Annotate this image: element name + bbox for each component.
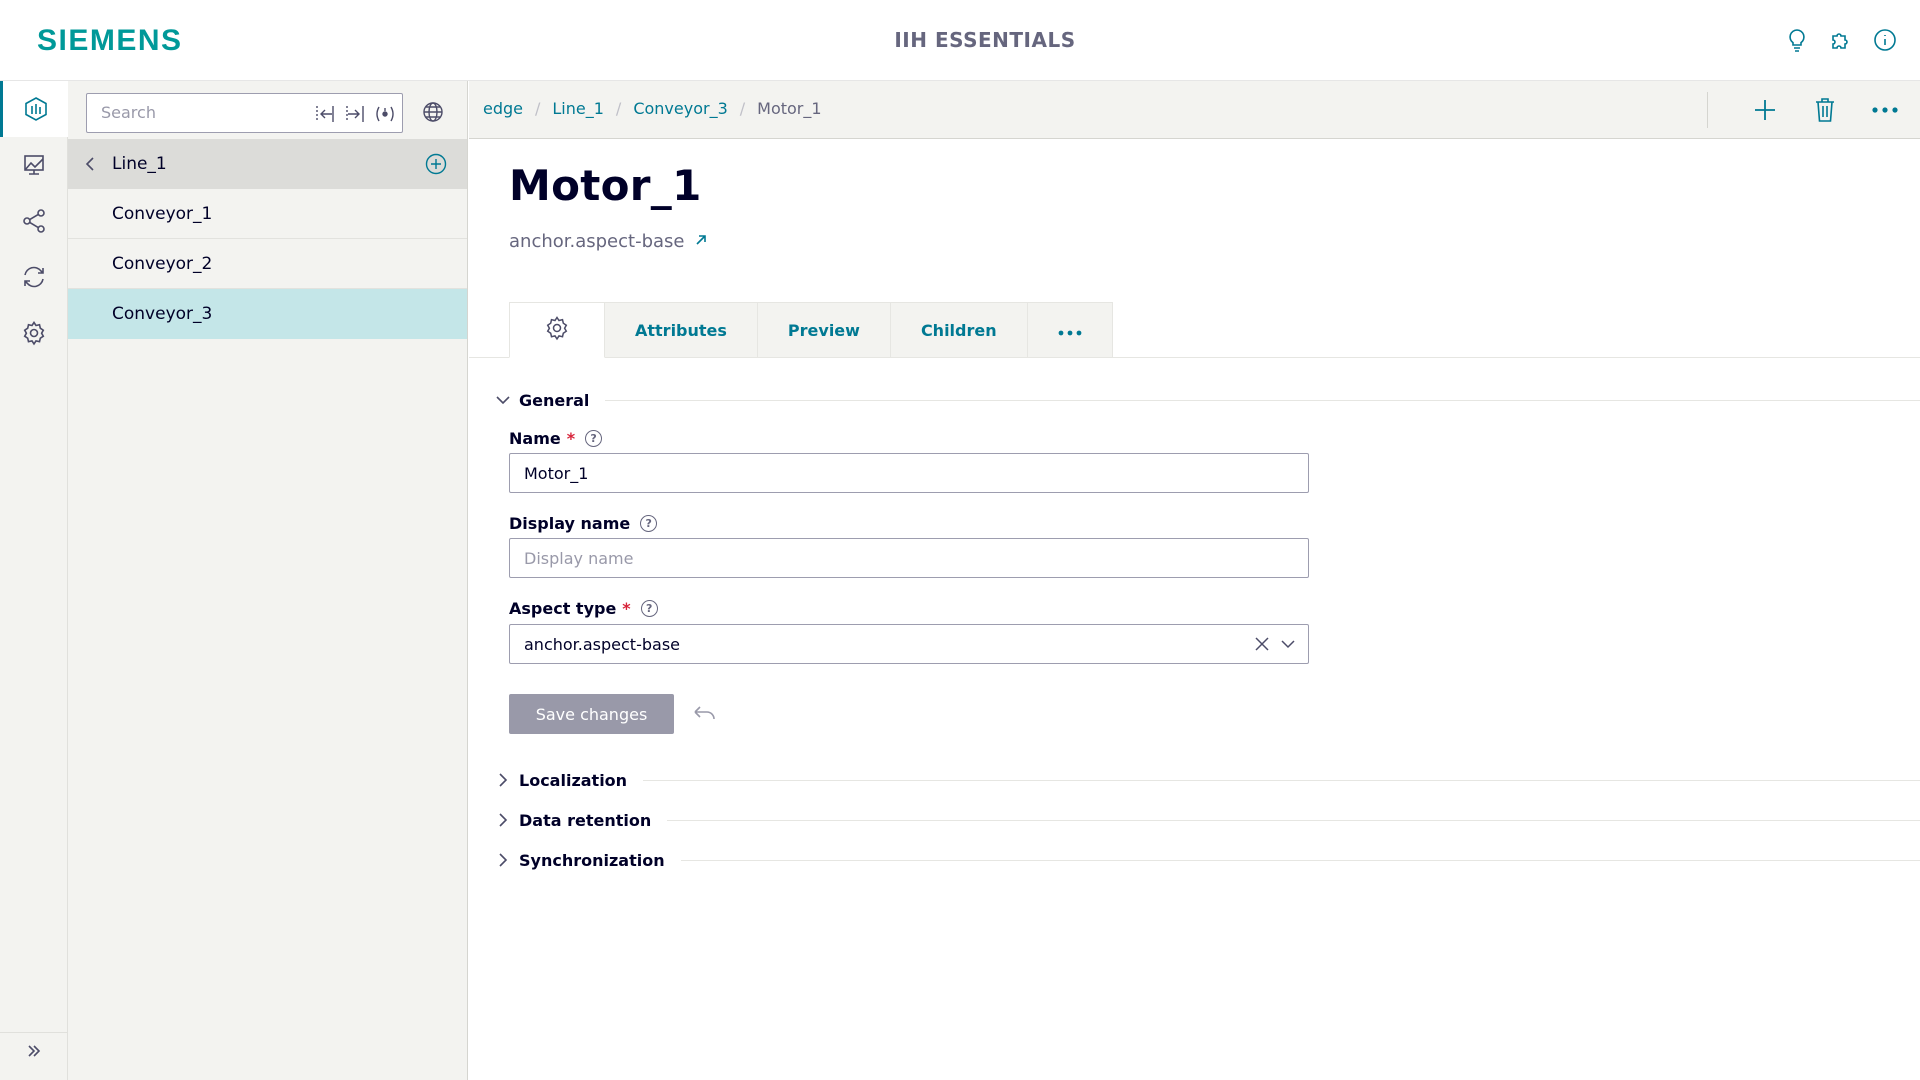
name-label-text: Name xyxy=(509,429,561,448)
chevron-down-icon[interactable] xyxy=(1280,635,1296,657)
clear-icon[interactable] xyxy=(1254,635,1270,657)
aspect-type-link-label: anchor.aspect-base xyxy=(509,231,685,252)
breadcrumb-current: Motor_1 xyxy=(757,99,822,118)
more-icon[interactable] xyxy=(1864,89,1906,131)
breadcrumb-item[interactable]: edge xyxy=(483,99,523,118)
dashboard-icon[interactable] xyxy=(0,137,68,193)
info-icon[interactable] xyxy=(1872,26,1898,54)
section-title: Synchronization xyxy=(519,850,665,870)
aspect-type-label-text: Aspect type xyxy=(509,599,617,618)
chevron-right-icon xyxy=(495,813,511,827)
breadcrumb: edge / Line_1 / Conveyor_3 / Motor_1 xyxy=(483,99,822,118)
asset-detail-panel: Motor_1 anchor.aspect-base Attributes Pr… xyxy=(469,139,1920,1080)
settings-icon[interactable] xyxy=(0,305,68,361)
asset-toolbar xyxy=(1707,81,1906,139)
tree-parent-label: Line_1 xyxy=(112,154,167,174)
display-name-label: Display name ? xyxy=(509,514,658,533)
display-name-field[interactable] xyxy=(509,538,1309,578)
external-link-icon xyxy=(695,234,707,250)
regex-icon[interactable] xyxy=(374,103,396,125)
add-icon[interactable] xyxy=(1744,89,1786,131)
tree-item-selected[interactable]: Conveyor_3 xyxy=(68,289,467,339)
delete-icon[interactable] xyxy=(1804,89,1846,131)
section-title: Localization xyxy=(519,770,628,790)
app-title: IIH ESSENTIALS xyxy=(894,28,1076,52)
detail-tabs: Attributes Preview Children xyxy=(509,302,1113,358)
required-marker: * xyxy=(566,429,576,448)
undo-icon[interactable] xyxy=(691,702,717,726)
breadcrumb-bar: edge / Line_1 / Conveyor_3 / Motor_1 xyxy=(469,81,1920,139)
breadcrumb-item[interactable]: Line_1 xyxy=(552,99,604,118)
tree-search-box xyxy=(86,93,403,133)
aspect-type-select[interactable]: anchor.aspect-base xyxy=(509,624,1309,664)
connections-icon[interactable] xyxy=(0,193,68,249)
tab-attributes[interactable]: Attributes xyxy=(605,302,758,358)
aspect-type-link[interactable]: anchor.aspect-base xyxy=(509,231,707,252)
tree-item[interactable]: Conveyor_2 xyxy=(68,239,467,289)
help-icon[interactable]: ? xyxy=(640,600,658,617)
tree-item[interactable]: Conveyor_1 xyxy=(68,189,467,239)
section-general[interactable]: General xyxy=(495,388,1920,412)
more-tabs-icon xyxy=(1058,321,1082,340)
name-label: Name * ? xyxy=(509,429,603,448)
navigation-rail xyxy=(0,81,68,1080)
aspect-type-value: anchor.aspect-base xyxy=(524,634,680,654)
section-title: General xyxy=(519,390,590,410)
lightbulb-icon[interactable] xyxy=(1784,26,1810,54)
aspect-type-label: Aspect type * ? xyxy=(509,599,658,618)
tab-children[interactable]: Children xyxy=(890,302,1028,358)
search-input[interactable] xyxy=(101,103,301,122)
save-button[interactable]: Save changes xyxy=(509,694,674,734)
name-field[interactable] xyxy=(509,453,1309,493)
breadcrumb-separator: / xyxy=(535,99,541,118)
app-header: SIEMENS IIH ESSENTIALS xyxy=(0,0,1920,81)
section-data-retention[interactable]: Data retention xyxy=(495,808,1920,832)
expand-all-icon[interactable] xyxy=(344,103,366,125)
chevron-left-icon[interactable] xyxy=(68,157,112,171)
asset-model-icon[interactable] xyxy=(0,81,68,137)
breadcrumb-separator: / xyxy=(615,99,622,118)
asset-tree-panel: Line_1 Conveyor_1 Conveyor_2 Conveyor_3 xyxy=(68,81,468,1080)
required-marker: * xyxy=(622,599,631,618)
section-title: Data retention xyxy=(519,810,652,830)
chevron-right-icon xyxy=(495,773,511,787)
chevron-right-icon xyxy=(495,853,511,867)
tab-more[interactable] xyxy=(1027,302,1113,358)
expand-rail-button[interactable] xyxy=(0,1032,68,1072)
gear-icon xyxy=(544,315,570,345)
puzzle-icon[interactable] xyxy=(1828,26,1854,54)
sync-icon[interactable] xyxy=(0,249,68,305)
help-icon[interactable]: ? xyxy=(640,515,658,532)
breadcrumb-separator: / xyxy=(739,99,746,118)
help-icon[interactable]: ? xyxy=(585,430,603,447)
breadcrumb-item[interactable]: Conveyor_3 xyxy=(633,99,727,118)
tab-settings[interactable] xyxy=(509,302,605,358)
globe-icon[interactable] xyxy=(422,101,444,127)
section-synchronization[interactable]: Synchronization xyxy=(495,848,1920,872)
collapse-all-icon[interactable] xyxy=(314,103,336,125)
page-title: Motor_1 xyxy=(509,161,702,210)
section-localization[interactable]: Localization xyxy=(495,768,1920,792)
add-child-icon[interactable] xyxy=(425,153,447,180)
tree-parent-node[interactable]: Line_1 xyxy=(68,139,467,189)
chevron-down-icon xyxy=(495,395,511,405)
double-chevron-right-icon xyxy=(26,1043,42,1063)
display-name-label-text: Display name xyxy=(509,514,631,533)
tab-preview[interactable]: Preview xyxy=(757,302,891,358)
